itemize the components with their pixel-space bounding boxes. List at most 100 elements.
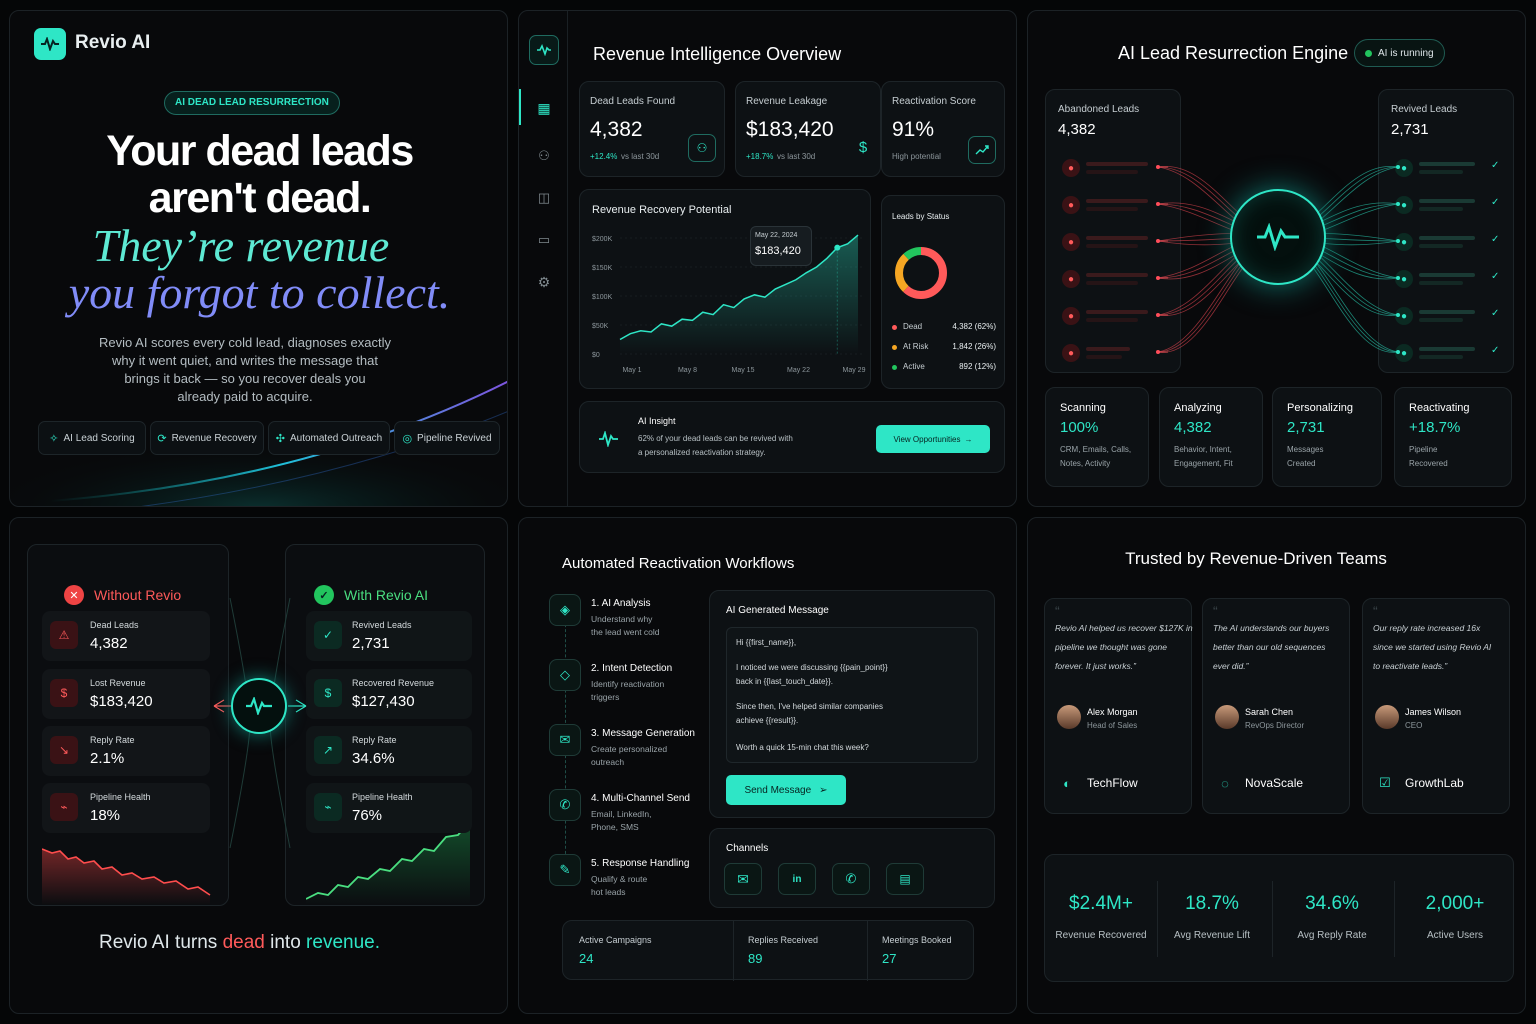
check-circle-icon: ✓ <box>314 585 334 605</box>
users-icon: ⚇ <box>688 134 716 162</box>
stat-value: 18.7% <box>1185 893 1239 914</box>
step-title: 4. Multi-Channel Send <box>591 793 690 804</box>
hero-desc-1: Revio AI scores every cold lead, diagnos… <box>99 335 391 350</box>
settings-icon[interactable]: ⚙ <box>533 271 555 293</box>
x-circle-icon: ✕ <box>64 585 84 605</box>
step-title: 3. Message Generation <box>591 728 695 739</box>
chip-automated-outreach[interactable]: ✣ Automated Outreach <box>268 421 390 455</box>
avatar <box>1375 705 1399 729</box>
messages-icon[interactable]: ▭ <box>533 229 555 251</box>
pipeline-icon: ◎ <box>402 432 413 445</box>
stat-value: 2,000+ <box>1425 893 1485 914</box>
company-logo-icon: ◌ <box>1221 775 1229 791</box>
stat-label: Reply Rate <box>90 735 135 745</box>
status-legend-row: At Risk 1,842 (26%) <box>892 342 1002 356</box>
linkedin-channel-icon[interactable]: in <box>778 863 816 895</box>
kpi-value: 91% <box>892 118 935 141</box>
dashboard-icon[interactable]: ▦ <box>533 97 555 119</box>
stage-desc: Recovered <box>1409 459 1448 468</box>
company-name: GrowthLab <box>1405 776 1464 790</box>
x-tick-label: May 29 <box>843 367 866 374</box>
workflow-step[interactable]: ◈ 1. AI Analysis Understand why the lead… <box>549 594 709 650</box>
teal-node <box>1396 350 1400 354</box>
teal-node <box>1396 202 1400 206</box>
stage-card-personalizing: Personalizing 2,731 Messages Created <box>1272 387 1382 487</box>
stat-label: Revived Leads <box>352 620 412 630</box>
without-revio-card: ✕ Without Revio ⚠ Dead Leads 4,382 $ Los… <box>27 544 229 906</box>
kpi-label: Reactivation Score <box>892 96 976 107</box>
ai-insight-card: AI Insight 62% of your dead leads can be… <box>579 401 1005 473</box>
x-tick-label: May 1 <box>622 367 641 374</box>
stage-card-reactivating: Reactivating +18.7% Pipeline Recovered <box>1394 387 1512 487</box>
revio-core-icon <box>231 678 287 734</box>
email-channel-icon[interactable]: ✉ <box>724 863 762 895</box>
step-desc: Create personalized <box>591 744 668 754</box>
workflow-step[interactable]: ◇ 2. Intent Detection Identify reactivat… <box>549 659 709 715</box>
stage-label: Personalizing <box>1287 402 1354 414</box>
stage-desc: Pipeline <box>1409 445 1438 454</box>
send-icon: ➢ <box>819 784 828 796</box>
status-label: Dead <box>903 322 923 331</box>
analytics-icon[interactable]: ◫ <box>533 187 555 209</box>
send-message-button[interactable]: Send Message ➢ <box>726 775 846 805</box>
red-node <box>1156 313 1160 317</box>
red-node <box>1156 202 1160 206</box>
quote-line: forever. It just works.” <box>1055 661 1136 671</box>
step-desc: Qualify & route <box>591 874 648 884</box>
quote-line: since we started using Revio AI <box>1373 642 1492 652</box>
kpi-value: $183,420 <box>746 118 834 141</box>
alert-user-icon: ⚠ <box>50 621 78 649</box>
step-desc: hot leads <box>591 887 626 897</box>
pipeline-decline-chart <box>42 848 211 905</box>
workflow-step[interactable]: ✎ 5. Response Handling Qualify & route h… <box>549 854 709 910</box>
sidebar-logo-icon[interactable] <box>529 35 559 65</box>
author-role: Head of Sales <box>1087 721 1138 730</box>
teal-node <box>1396 165 1400 169</box>
phone-channel-icon[interactable]: ✆ <box>832 863 870 895</box>
engine-panel: AI Lead Resurrection Engine AI is runnin… <box>1027 10 1526 507</box>
workflows-title: Automated Reactivation Workflows <box>562 555 795 572</box>
stat-label: Dead Leads <box>90 620 139 630</box>
status-dot-icon <box>892 325 897 330</box>
y-tick-label: $100K <box>592 294 613 301</box>
msg-title: AI Generated Message <box>726 605 829 616</box>
quote-line: The AI understands our buyers <box>1213 623 1330 633</box>
company-logo-icon: ☑ <box>1379 775 1391 790</box>
stat-value: 89 <box>748 951 763 966</box>
chip-ai-lead-scoring[interactable]: ✧ AI Lead Scoring <box>38 421 146 455</box>
red-node <box>1156 350 1160 354</box>
insight-line-1: 62% of your dead leads can be revived wi… <box>638 434 793 443</box>
shield-check-icon: ✓ <box>314 621 342 649</box>
pulse-icon <box>592 422 626 456</box>
arrow-right-icon: → <box>964 434 973 444</box>
hero-desc-2: why it went quiet, and writes the messag… <box>112 353 378 368</box>
status-legend-row: Dead 4,382 (62%) <box>892 322 1002 336</box>
status-value: 4,382 (62%) <box>952 322 996 331</box>
red-node <box>1156 165 1160 169</box>
avatar <box>1215 705 1239 729</box>
y-tick-label: $0 <box>592 352 600 359</box>
workflow-step[interactable]: ✉ 3. Message Generation Create personali… <box>549 724 709 780</box>
hero-headline-2: aren't dead. <box>148 174 372 222</box>
stage-card-scanning: Scanning 100% CRM, Emails, Calls, Notes,… <box>1045 387 1149 487</box>
phone-icon: ✆ <box>549 789 581 821</box>
view-opportunities-button[interactable]: View Opportunities → <box>876 425 990 453</box>
workflow-step[interactable]: ✆ 4. Multi-Channel Send Email, LinkedIn,… <box>549 789 709 845</box>
quote-mark-icon: “ <box>1373 603 1378 619</box>
msg-line: Since then, I've helped similar companie… <box>736 702 883 711</box>
status-value: 892 (12%) <box>959 362 996 371</box>
stat-divider <box>1156 881 1158 957</box>
chip-revenue-recovery[interactable]: ⟳ Revenue Recovery <box>150 421 264 455</box>
trust-stat: 34.6% Avg Reply Rate <box>1272 855 1392 983</box>
compare-tagline: Revio AI turns dead into revenue. <box>99 932 380 953</box>
stage-desc: CRM, Emails, Calls, <box>1060 445 1132 454</box>
status-dot-icon <box>892 365 897 370</box>
trend-down-icon: ↘ <box>50 736 78 764</box>
y-tick-label: $200K <box>592 236 613 243</box>
step-desc: triggers <box>591 692 620 702</box>
kpi-label: Revenue Leakage <box>746 96 828 107</box>
chip-pipeline-revived[interactable]: ◎ Pipeline Revived <box>394 421 500 455</box>
users-icon[interactable]: ⚇ <box>533 145 555 167</box>
sms-channel-icon[interactable]: ▤ <box>886 863 924 895</box>
quote-mark-icon: “ <box>1055 603 1060 619</box>
